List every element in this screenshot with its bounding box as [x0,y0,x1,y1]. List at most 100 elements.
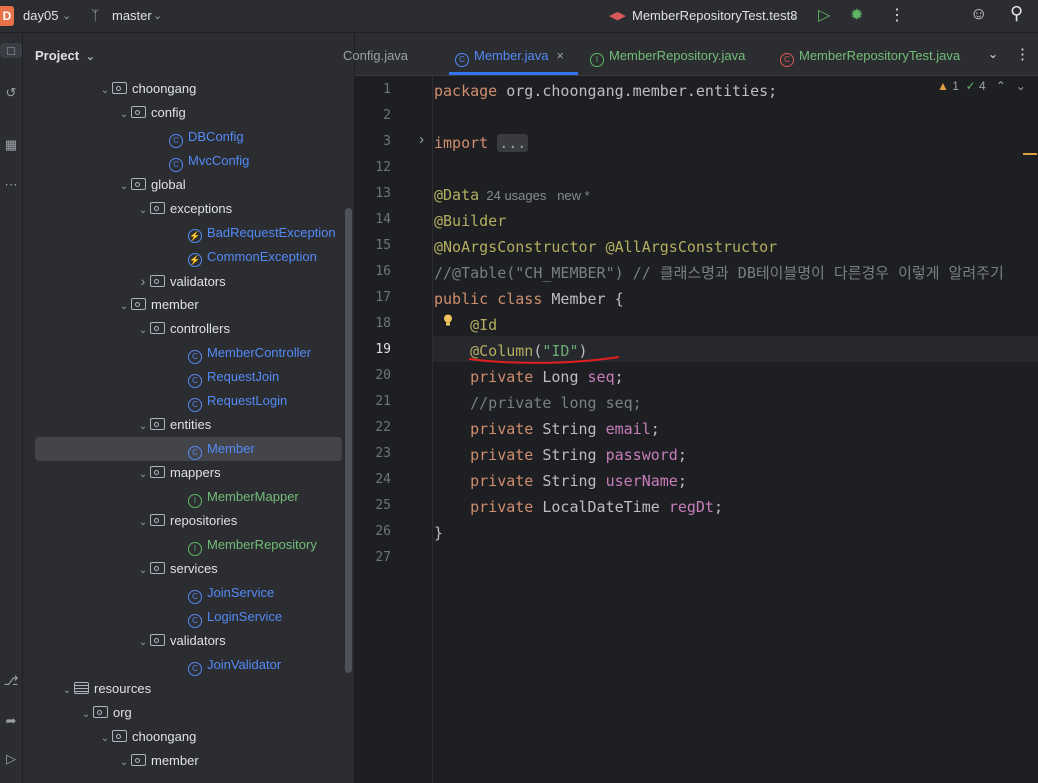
more-actions-icon[interactable]: ⋮ [889,5,905,25]
chevron-right-icon[interactable]: › [136,269,150,293]
chevron-down-icon[interactable]: ⌄ [988,47,998,61]
tree-node[interactable]: ⌄ mappers [23,461,221,485]
code-line[interactable]: //@Table("CH_MEMBER") // 클래스명과 DB테이블명이 다… [434,260,1004,286]
project-panel-title[interactable]: Project ⌄ [35,48,95,63]
line-number[interactable]: 23 [355,446,391,461]
chevron-down-icon[interactable]: ⌄ [62,9,71,22]
editor-tab[interactable]: C MemberRepositoryTest.java [780,33,960,75]
line-number[interactable]: 2 [355,108,391,123]
code-line[interactable]: private String email; [434,416,660,442]
tree-node[interactable]: ⌄ validators [23,629,226,653]
code-line[interactable]: @NoArgsConstructor @AllArgsConstructor [434,234,777,260]
tree-node[interactable]: ⌄ global [23,173,186,197]
chevron-down-icon[interactable]: ⌄ [136,415,150,439]
editor-tab[interactable]: Config.java [343,33,408,75]
tree-node[interactable]: I MemberRepository [23,533,317,557]
chevron-down-icon[interactable]: ⌄ [136,559,150,583]
fold-chevron-icon[interactable]: › [419,131,424,148]
chevron-down-icon[interactable]: ⌄ [98,727,112,751]
tree-node[interactable]: ⌄ exceptions [23,197,232,221]
error-stripe-marker[interactable] [1023,153,1037,155]
chevron-down-icon[interactable]: ⌄ [117,103,131,127]
code-line[interactable]: private String password; [434,442,687,468]
tree-node[interactable]: ⌄ choongang [23,77,197,103]
tree-node[interactable]: C RequestJoin [23,365,279,389]
search-icon[interactable]: ⚲ [1010,3,1023,24]
structure-icon[interactable]: ▦ [0,137,22,153]
tree-node[interactable]: ⌄ repositories [23,509,237,533]
tree-node[interactable]: ⌄ entities [23,413,211,437]
code-line[interactable]: package org.choongang.member.entities; [434,78,777,104]
line-number[interactable]: 14 [355,212,391,227]
tree-node[interactable]: ⌄ member [23,293,199,317]
line-number[interactable]: 12 [355,160,391,175]
project-scrollbar[interactable] [345,208,352,673]
editor-tab[interactable]: C Member.java × [455,33,564,75]
line-number[interactable]: 1 [355,82,391,97]
code-line[interactable]: private LocalDateTime regDt; [434,494,723,520]
chevron-down-icon[interactable]: ⌄ [136,631,150,655]
code-line[interactable]: private String userName; [434,468,687,494]
tree-node[interactable]: ⌄ member [23,749,199,773]
chevron-down-icon[interactable]: ⌄ [136,511,150,535]
add-user-icon[interactable]: ☺ [970,4,987,24]
inspection-widget[interactable]: ▲ 1 ✓ 4 ⌃ ⌄ [937,79,1026,93]
branch-name[interactable]: master [112,8,152,23]
chevron-down-icon[interactable]: ⌄ [60,679,74,703]
tree-node[interactable]: C JoinService [23,581,274,605]
tree-node[interactable]: C Member [35,437,342,461]
chevron-down-icon[interactable]: ⌄ [136,199,150,223]
code-line[interactable]: public class Member { [434,286,624,312]
code-line[interactable]: import ... [434,130,529,156]
tree-node[interactable]: C RequestLogin [23,389,287,413]
chevron-down-icon[interactable]: ⌄ [117,175,131,199]
code-line[interactable]: //private long seq; [434,390,642,416]
chevron-down-icon[interactable]: ⌄ [136,463,150,487]
prev-highlight-icon[interactable]: ⌃ [996,79,1006,93]
line-number[interactable]: 24 [355,472,391,487]
terminal-icon[interactable]: ⎇ [0,673,22,689]
tree-node[interactable]: C LoginService [23,605,282,629]
more-tools-icon[interactable]: ⋯ [0,177,22,193]
tree-node[interactable]: ⌄ org [23,701,132,725]
tree-node[interactable]: ⚡ CommonException [23,245,317,269]
code-line[interactable]: @Data 24 usages new * [434,182,590,209]
project-name[interactable]: day05 [23,8,58,23]
tree-node[interactable]: ⌄ choongang [23,725,197,751]
debug-icon[interactable]: ✹ [850,5,863,25]
project-folder-icon[interactable]: □ [0,43,22,58]
code-line[interactable]: } [434,520,443,546]
line-number[interactable]: 16 [355,264,391,279]
close-tab-icon[interactable]: × [556,48,564,63]
line-number[interactable]: 13 [355,186,391,201]
tree-node[interactable]: ⌄ config [23,101,186,125]
intention-bulb-icon[interactable] [443,314,453,326]
tree-node[interactable]: ⚡ BadRequestException [23,221,336,245]
tree-node[interactable]: C DBConfig [23,125,244,149]
services-icon[interactable]: ➦ [0,713,22,729]
project-badge[interactable]: D [0,6,14,26]
line-number[interactable]: 15 [355,238,391,253]
line-number[interactable]: 25 [355,498,391,513]
tree-node[interactable]: ⌄ services [23,557,218,581]
more-tabs-icon[interactable]: ⋮ [1015,45,1030,63]
tree-node[interactable]: C JoinValidator [23,653,281,677]
chevron-down-icon[interactable]: ⌄ [98,79,112,103]
tree-node[interactable]: I MemberMapper [23,485,299,509]
tree-node[interactable]: ⌄ controllers [23,317,230,341]
commit-icon[interactable]: ↺ [0,85,22,101]
next-highlight-icon[interactable]: ⌄ [1016,79,1026,93]
chevron-down-icon[interactable]: ⌄ [117,295,131,319]
line-number[interactable]: 20 [355,368,391,383]
run-icon[interactable]: ▷ [818,5,830,25]
code-line[interactable]: @Builder [434,208,506,234]
line-number[interactable]: 3 [355,134,391,149]
chevron-down-icon[interactable]: ⌄ [117,751,131,775]
line-number[interactable]: 19 [355,342,391,357]
run-config-selector[interactable]: MemberRepositoryTest.test8 [632,8,797,23]
tree-node[interactable]: ⌄ resources [23,677,151,701]
line-number[interactable]: 22 [355,420,391,435]
line-number[interactable]: 26 [355,524,391,539]
chevron-down-icon[interactable]: ⌄ [83,51,95,63]
chevron-down-icon[interactable]: ⌄ [136,319,150,343]
